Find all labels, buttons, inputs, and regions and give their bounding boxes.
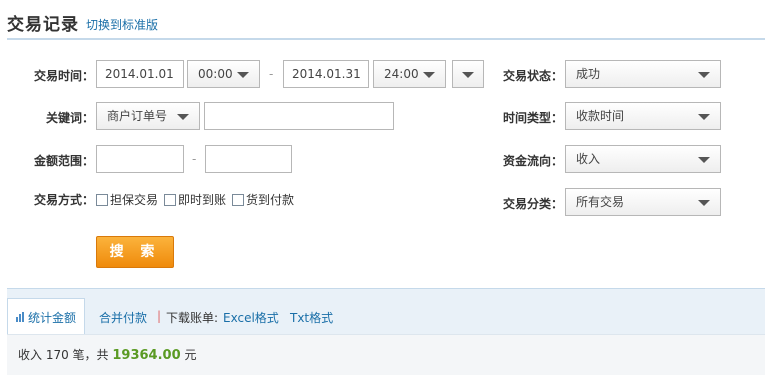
end-time-value: 24:00 [384, 67, 419, 81]
trade-category-value: 所有交易 [576, 195, 625, 209]
trade-status-select[interactable]: 成功 [565, 60, 721, 88]
date-preset-select[interactable] [452, 60, 484, 88]
option-guarantee[interactable]: 担保交易 [96, 191, 158, 208]
fund-flow-label: 资金流向： [502, 154, 563, 168]
start-time-value: 00:00 [198, 67, 233, 81]
option-instant[interactable]: 即时到账 [164, 191, 226, 208]
time-type-select[interactable]: 收款时间 [565, 102, 721, 130]
end-time-select[interactable]: 24:00 [373, 60, 446, 88]
end-date-input[interactable]: 2014.01.31 [283, 60, 369, 88]
time-type-value: 收款时间 [576, 109, 625, 123]
option-label: 即时到账 [178, 193, 227, 207]
chevron-down-icon [423, 72, 435, 78]
fund-flow-select[interactable]: 收入 [565, 145, 721, 173]
summary-suffix: 元 [180, 348, 197, 362]
trade-time-label: 交易时间： [33, 69, 94, 83]
result-toolbar: 统计金额 合并付款 | 下载账单: Excel格式 Txt格式 [7, 288, 765, 335]
bar-chart-icon [15, 312, 25, 322]
txt-download-link[interactable]: Txt格式 [290, 309, 333, 326]
trade-category-select[interactable]: 所有交易 [565, 188, 721, 216]
page-title: 交易记录 [7, 15, 79, 35]
trade-category-label: 交易分类： [502, 197, 563, 211]
checkbox[interactable] [96, 193, 108, 206]
chevron-down-icon [237, 72, 249, 78]
amount-max-input[interactable] [205, 145, 292, 173]
amount-range-dash: - [192, 152, 197, 166]
tab-stats-label: 统计金额 [27, 310, 76, 325]
keyword-label: 关键词： [45, 111, 94, 125]
fund-flow-value: 收入 [576, 152, 601, 166]
time-type-label: 时间类型： [502, 111, 563, 125]
keyword-input[interactable] [204, 102, 394, 130]
chevron-down-icon [698, 72, 710, 78]
tab-stats[interactable]: 统计金额 [7, 298, 85, 335]
page-header: 交易记录 切换到标准版 [0, 0, 765, 40]
option-cod[interactable]: 货到付款 [232, 191, 294, 208]
download-label: 下载账单: [166, 311, 219, 325]
amount-min-input[interactable] [96, 145, 184, 173]
toolbar-separator: | [157, 309, 162, 323]
chevron-down-icon [698, 114, 710, 120]
trade-status-value: 成功 [576, 67, 601, 81]
summary-prefix: 收入 170 笔，共 [18, 348, 113, 362]
trade-method-options: 担保交易 即时到账 货到付款 [96, 191, 300, 208]
keyword-type-value: 商户订单号 [107, 109, 168, 123]
start-time-select[interactable]: 00:00 [187, 60, 260, 88]
chevron-down-icon [177, 114, 189, 120]
summary-amount: 19364.00 [112, 348, 181, 363]
search-button[interactable]: 搜 索 [96, 236, 174, 268]
switch-standard-link[interactable]: 切换到标准版 [86, 16, 158, 33]
checkbox[interactable] [164, 193, 177, 206]
checkbox[interactable] [232, 193, 245, 206]
excel-download-link[interactable]: Excel格式 [223, 309, 279, 326]
merge-pay-link[interactable]: 合并付款 [99, 309, 147, 326]
trade-status-label: 交易状态： [502, 69, 563, 83]
time-range-dash: - [269, 67, 274, 81]
keyword-type-select[interactable]: 商户订单号 [96, 102, 200, 130]
chevron-down-icon [698, 200, 710, 206]
chevron-down-icon [698, 157, 710, 163]
option-label: 货到付款 [246, 193, 295, 207]
option-label: 担保交易 [110, 193, 159, 207]
chevron-down-icon [462, 72, 474, 78]
start-date-input[interactable]: 2014.01.01 [96, 60, 184, 88]
trade-method-label: 交易方式： [33, 193, 94, 207]
summary-bar: 收入 170 笔，共 19364.00 元 [7, 334, 765, 375]
amount-range-label: 金额范围： [33, 154, 94, 168]
